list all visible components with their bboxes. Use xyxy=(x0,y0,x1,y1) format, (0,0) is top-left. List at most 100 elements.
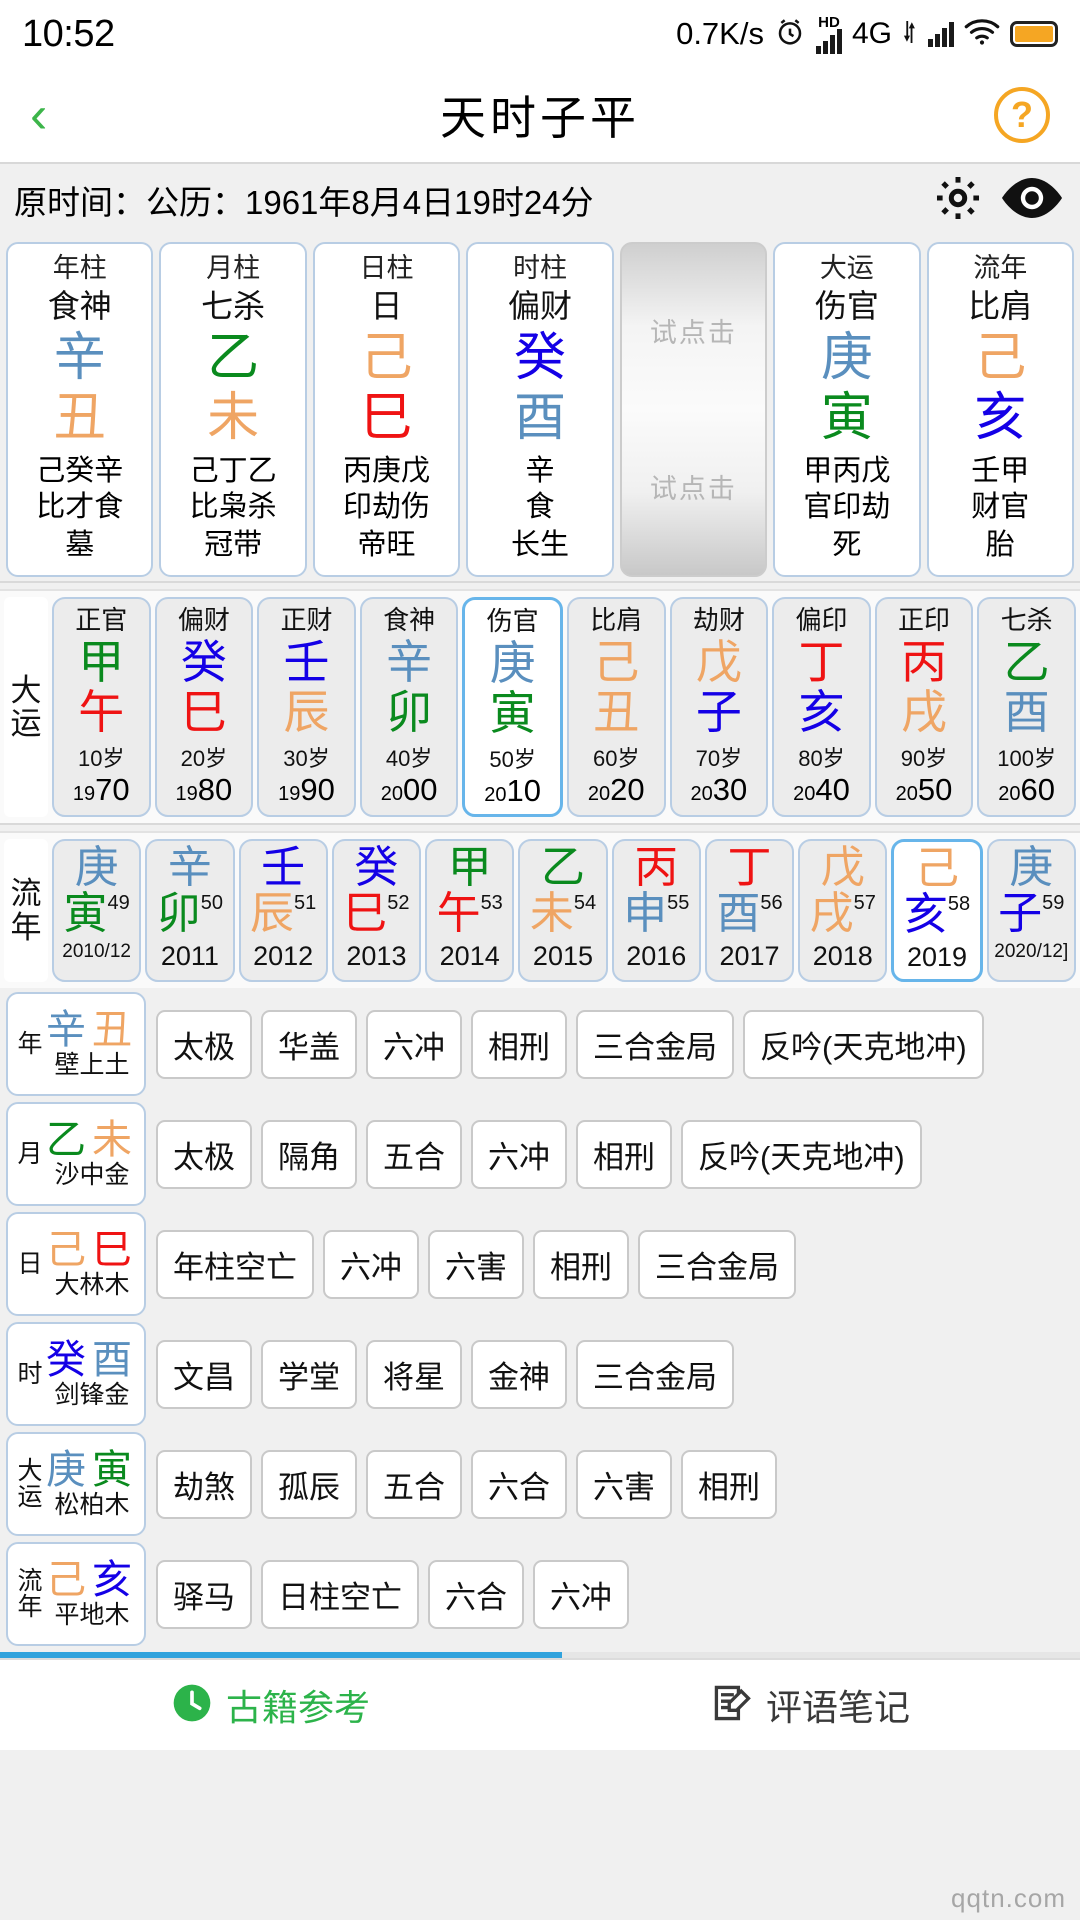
relation-chip[interactable]: 六害 xyxy=(576,1449,672,1519)
dayun-year: 1990 xyxy=(278,771,335,807)
pillar-ten-god: 日 xyxy=(370,287,403,324)
relation-chip[interactable]: 三合金局 xyxy=(576,1339,734,1409)
data-updown-icon xyxy=(902,20,918,48)
pillar-card[interactable]: 月柱 七杀乙未己丁乙 比枭杀 冠带 xyxy=(159,242,307,578)
relation-chip[interactable]: 六合 xyxy=(471,1449,567,1519)
dayun-stem: 辛 xyxy=(386,635,433,688)
relation-chip[interactable]: 孤辰 xyxy=(261,1449,357,1519)
relation-chip[interactable]: 劫煞 xyxy=(156,1449,252,1519)
dayun-card[interactable]: 比肩己丑 60岁 2020 xyxy=(566,597,666,817)
pillar-card[interactable]: 时柱 偏财癸酉辛食长生 xyxy=(466,242,614,578)
liunian-strip: 流年 庚寅 49 2010/12 辛卯 50 2011 壬辰 51 2012 癸巳 52 2013 甲午… xyxy=(0,830,1080,989)
relation-chip[interactable]: 六冲 xyxy=(533,1559,629,1629)
relation-branch: 亥 xyxy=(92,1557,138,1602)
relation-pillar-box[interactable]: 年辛丑 壁上土 xyxy=(6,992,146,1097)
scrollbar[interactable] xyxy=(0,1652,1080,1659)
relation-chip[interactable]: 将星 xyxy=(366,1339,462,1409)
relation-row: 大运庚寅 松柏木 劫煞 孤辰 五合 六合 六害 相刑 xyxy=(6,1432,1074,1537)
relation-chip[interactable]: 相刑 xyxy=(471,1009,567,1079)
liunian-card[interactable]: 壬辰 51 2012 xyxy=(238,838,328,983)
pillar-branch: 酉 xyxy=(513,389,566,448)
dayun-age: 50岁 xyxy=(489,746,536,772)
relation-chip[interactable]: 相刑 xyxy=(681,1449,777,1519)
pillar-hidden-gods: 比才食 xyxy=(36,491,124,524)
relation-chip[interactable]: 三合金局 xyxy=(638,1229,796,1299)
pillar-card[interactable]: 年柱 食神辛丑己癸辛 比才食墓 xyxy=(6,242,154,578)
notes-button[interactable]: 评语笔记 xyxy=(540,1679,1080,1731)
relation-branch: 丑 xyxy=(92,1007,138,1052)
relation-pillar-box[interactable]: 流年己亥 平地木 xyxy=(6,1542,146,1647)
relation-row: 日己巳 大林木 年柱空亡 六冲 六害 相刑 三合金局 xyxy=(6,1212,1074,1317)
liunian-card[interactable]: 辛卯 50 2011 xyxy=(145,838,235,983)
relation-chip[interactable]: 反吟(天克地冲) xyxy=(681,1119,922,1189)
dayun-card[interactable]: 食神辛卯 40岁 2000 xyxy=(359,597,459,817)
relation-chip[interactable]: 太极 xyxy=(156,1009,252,1079)
dayun-ten-god: 偏财 xyxy=(177,605,230,636)
relation-chip[interactable]: 五合 xyxy=(366,1119,462,1189)
liunian-card[interactable]: 己亥 58 2019 xyxy=(891,838,983,983)
relation-chip[interactable]: 太极 xyxy=(156,1119,252,1189)
relation-chip[interactable]: 日柱空亡 xyxy=(261,1559,419,1629)
pillar-card[interactable]: 流年 比肩己亥壬甲 财官胎 xyxy=(926,242,1074,578)
pillar-card[interactable]: 日柱日己巳丙庚戊 印劫伤 帝旺 xyxy=(312,242,461,578)
liunian-card[interactable]: 癸巳 52 2013 xyxy=(331,838,422,983)
pillar-card[interactable]: 大运 伤官庚寅甲丙戊 官印劫死 xyxy=(773,242,921,578)
liunian-card[interactable]: 戊戌 57 2018 xyxy=(798,838,888,983)
relation-chip[interactable]: 隔角 xyxy=(261,1119,357,1189)
pillar-life-stage: 帝旺 xyxy=(357,529,416,562)
dayun-card[interactable]: 偏财癸巳 20岁 1980 xyxy=(154,597,254,817)
liunian-card[interactable]: 丙申 55 2016 xyxy=(611,838,701,983)
dayun-card[interactable]: 正财壬辰 30岁 1990 xyxy=(257,597,356,817)
classics-reference-button[interactable]: 古籍参考 xyxy=(0,1679,540,1731)
relation-pillar-box[interactable]: 月乙未 沙中金 xyxy=(6,1102,146,1207)
dayun-card[interactable]: 偏印丁亥 80岁 2040 xyxy=(772,597,871,817)
relation-chip[interactable]: 金神 xyxy=(471,1339,567,1409)
relation-chip[interactable]: 六冲 xyxy=(471,1119,567,1189)
relation-chip[interactable]: 六害 xyxy=(428,1229,524,1299)
liunian-card[interactable]: 丁酉 56 2017 xyxy=(704,838,795,983)
relation-pillar-box[interactable]: 日己巳 大林木 xyxy=(6,1212,146,1317)
liunian-card[interactable]: 乙未 54 2015 xyxy=(518,838,608,983)
liunian-branch: 戌 xyxy=(809,889,854,939)
dayun-branch: 寅 xyxy=(489,687,536,740)
eye-icon[interactable] xyxy=(998,175,1066,226)
relation-chip[interactable]: 华盖 xyxy=(261,1009,357,1079)
pillar-hidden-stems: 己癸辛 xyxy=(36,454,124,487)
dayun-card[interactable]: 伤官庚寅 50岁 2010 xyxy=(462,597,563,817)
relation-chip[interactable]: 年柱空亡 xyxy=(156,1229,314,1299)
dayun-age: 60岁 xyxy=(593,745,640,771)
relation-chip[interactable]: 三合金局 xyxy=(576,1009,734,1079)
dayun-card[interactable]: 七杀乙酉 100岁 2060 xyxy=(977,597,1076,817)
pillar-placeholder-card[interactable]: 试点击 试点击 xyxy=(619,242,768,578)
liunian-year: 2014 xyxy=(439,941,500,972)
relation-stem: 乙 xyxy=(46,1117,92,1162)
relation-chip[interactable]: 相刑 xyxy=(533,1229,629,1299)
relation-chip[interactable]: 五合 xyxy=(366,1449,462,1519)
relation-chip[interactable]: 六合 xyxy=(428,1559,524,1629)
pillar-stem: 庚 xyxy=(820,329,873,388)
gear-icon[interactable] xyxy=(932,172,984,229)
relation-chip[interactable]: 六冲 xyxy=(323,1229,419,1299)
liunian-card[interactable]: 甲午 53 2014 xyxy=(425,838,515,983)
relation-pillar-box[interactable]: 时癸酉 剑锋金 xyxy=(6,1322,146,1427)
liunian-stem: 丙 xyxy=(634,842,679,892)
relation-ganzhi: 癸酉 剑锋金 xyxy=(46,1338,138,1410)
dayun-card[interactable]: 正官甲午 10岁 1970 xyxy=(52,597,151,817)
relation-chip[interactable]: 六冲 xyxy=(366,1009,462,1079)
dayun-card[interactable]: 正印丙戌 90岁 2050 xyxy=(874,597,974,817)
relation-chip[interactable]: 驿马 xyxy=(156,1559,252,1629)
relation-chip[interactable]: 相刑 xyxy=(576,1119,672,1189)
dayun-card[interactable]: 劫财戊子 70岁 2030 xyxy=(669,597,769,817)
page-title: 天时子平 xyxy=(440,92,640,144)
relation-chip[interactable]: 学堂 xyxy=(261,1339,357,1409)
pillar-ten-god: 偏财 xyxy=(507,287,572,324)
liunian-card[interactable]: 庚寅 49 2010/12 xyxy=(52,838,142,983)
relation-ganzhi: 庚寅 松柏木 xyxy=(46,1448,138,1520)
alarm-clock-icon xyxy=(774,16,806,53)
liunian-card[interactable]: 庚子 59 2020/12] xyxy=(986,838,1076,983)
relation-chip[interactable]: 文昌 xyxy=(156,1339,252,1409)
relation-chip[interactable]: 反吟(天克地冲) xyxy=(743,1009,984,1079)
relations-section: 年辛丑 壁上土 太极 华盖 六冲 相刑 三合金局 反吟(天克地冲) 月乙未 沙中金 太极 隔角 五合 六冲… xyxy=(0,988,1080,1647)
relation-pillar-box[interactable]: 大运庚寅 松柏木 xyxy=(6,1432,146,1537)
dayun-year: 1970 xyxy=(72,771,130,807)
